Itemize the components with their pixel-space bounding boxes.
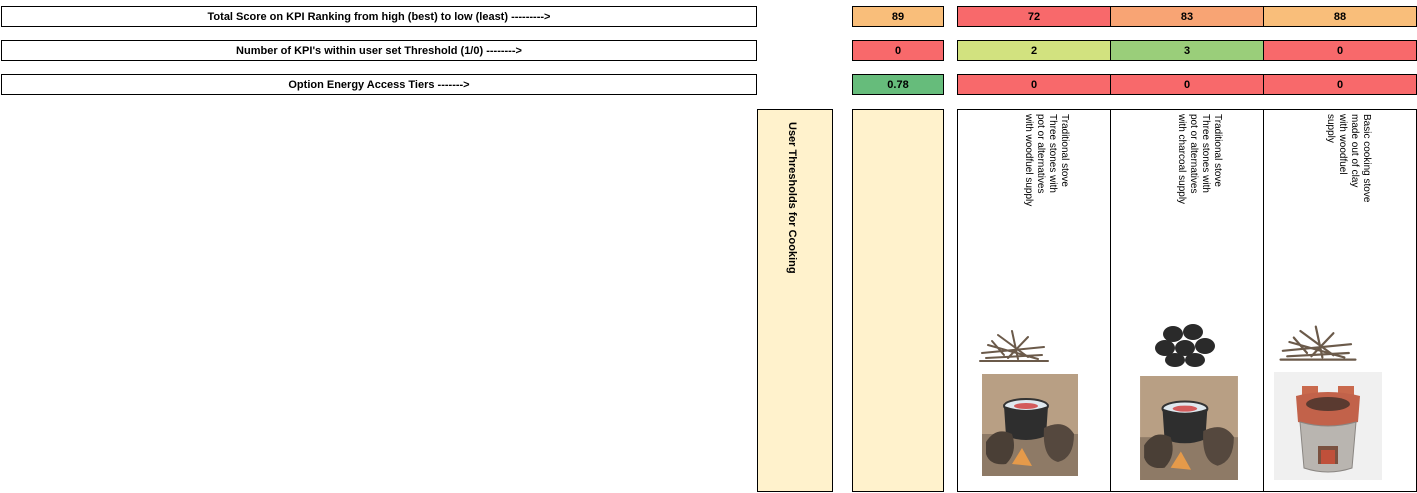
option-column-2: Traditional stove Three stones with pot … xyxy=(1110,109,1264,492)
option-3-energy-access: 0 xyxy=(1263,74,1417,95)
user-thresholds-label: User Thresholds for Cooking xyxy=(786,122,798,274)
option-2-kpi-count: 3 xyxy=(1110,40,1264,61)
option-1-energy-access: 0 xyxy=(957,74,1111,95)
option-3-total-score: 88 xyxy=(1263,6,1417,27)
threshold-energy-access[interactable]: 0.78 xyxy=(852,74,944,95)
option-3-kpi-count: 0 xyxy=(1263,40,1417,61)
option-2-total-score: 83 xyxy=(1110,6,1264,27)
firewood-icon xyxy=(1279,325,1357,361)
threshold-total-score[interactable]: 89 xyxy=(852,6,944,27)
option-2-energy-access: 0 xyxy=(1110,74,1264,95)
three-stone-stove-icon xyxy=(982,374,1078,476)
threshold-kpi-count[interactable]: 0 xyxy=(852,40,944,61)
threshold-input-column[interactable] xyxy=(852,109,944,492)
row-label-total-score: Total Score on KPI Ranking from high (be… xyxy=(1,6,757,27)
charcoal-icon xyxy=(1155,324,1215,367)
user-thresholds-header: User Thresholds for Cooking xyxy=(757,109,833,492)
option-1-kpi-count: 2 xyxy=(957,40,1111,61)
row-label-kpi-threshold: Number of KPI's within user set Threshol… xyxy=(1,40,757,61)
option-3-description: Basic cooking stove made out of clay wit… xyxy=(1325,114,1372,203)
option-column-3: Basic cooking stove made out of clay wit… xyxy=(1263,109,1417,492)
clay-stove-icon xyxy=(1274,372,1382,480)
option-1-description: Traditional stove Three stones with pot … xyxy=(1023,114,1070,207)
option-2-description: Traditional stove Three stones with pot … xyxy=(1176,114,1223,205)
firewood-icon xyxy=(979,330,1049,362)
three-stone-stove-icon xyxy=(1140,376,1238,480)
row-label-energy-access: Option Energy Access Tiers -------> xyxy=(1,74,757,95)
option-column-1: Traditional stove Three stones with pot … xyxy=(957,109,1111,492)
option-1-total-score: 72 xyxy=(957,6,1111,27)
